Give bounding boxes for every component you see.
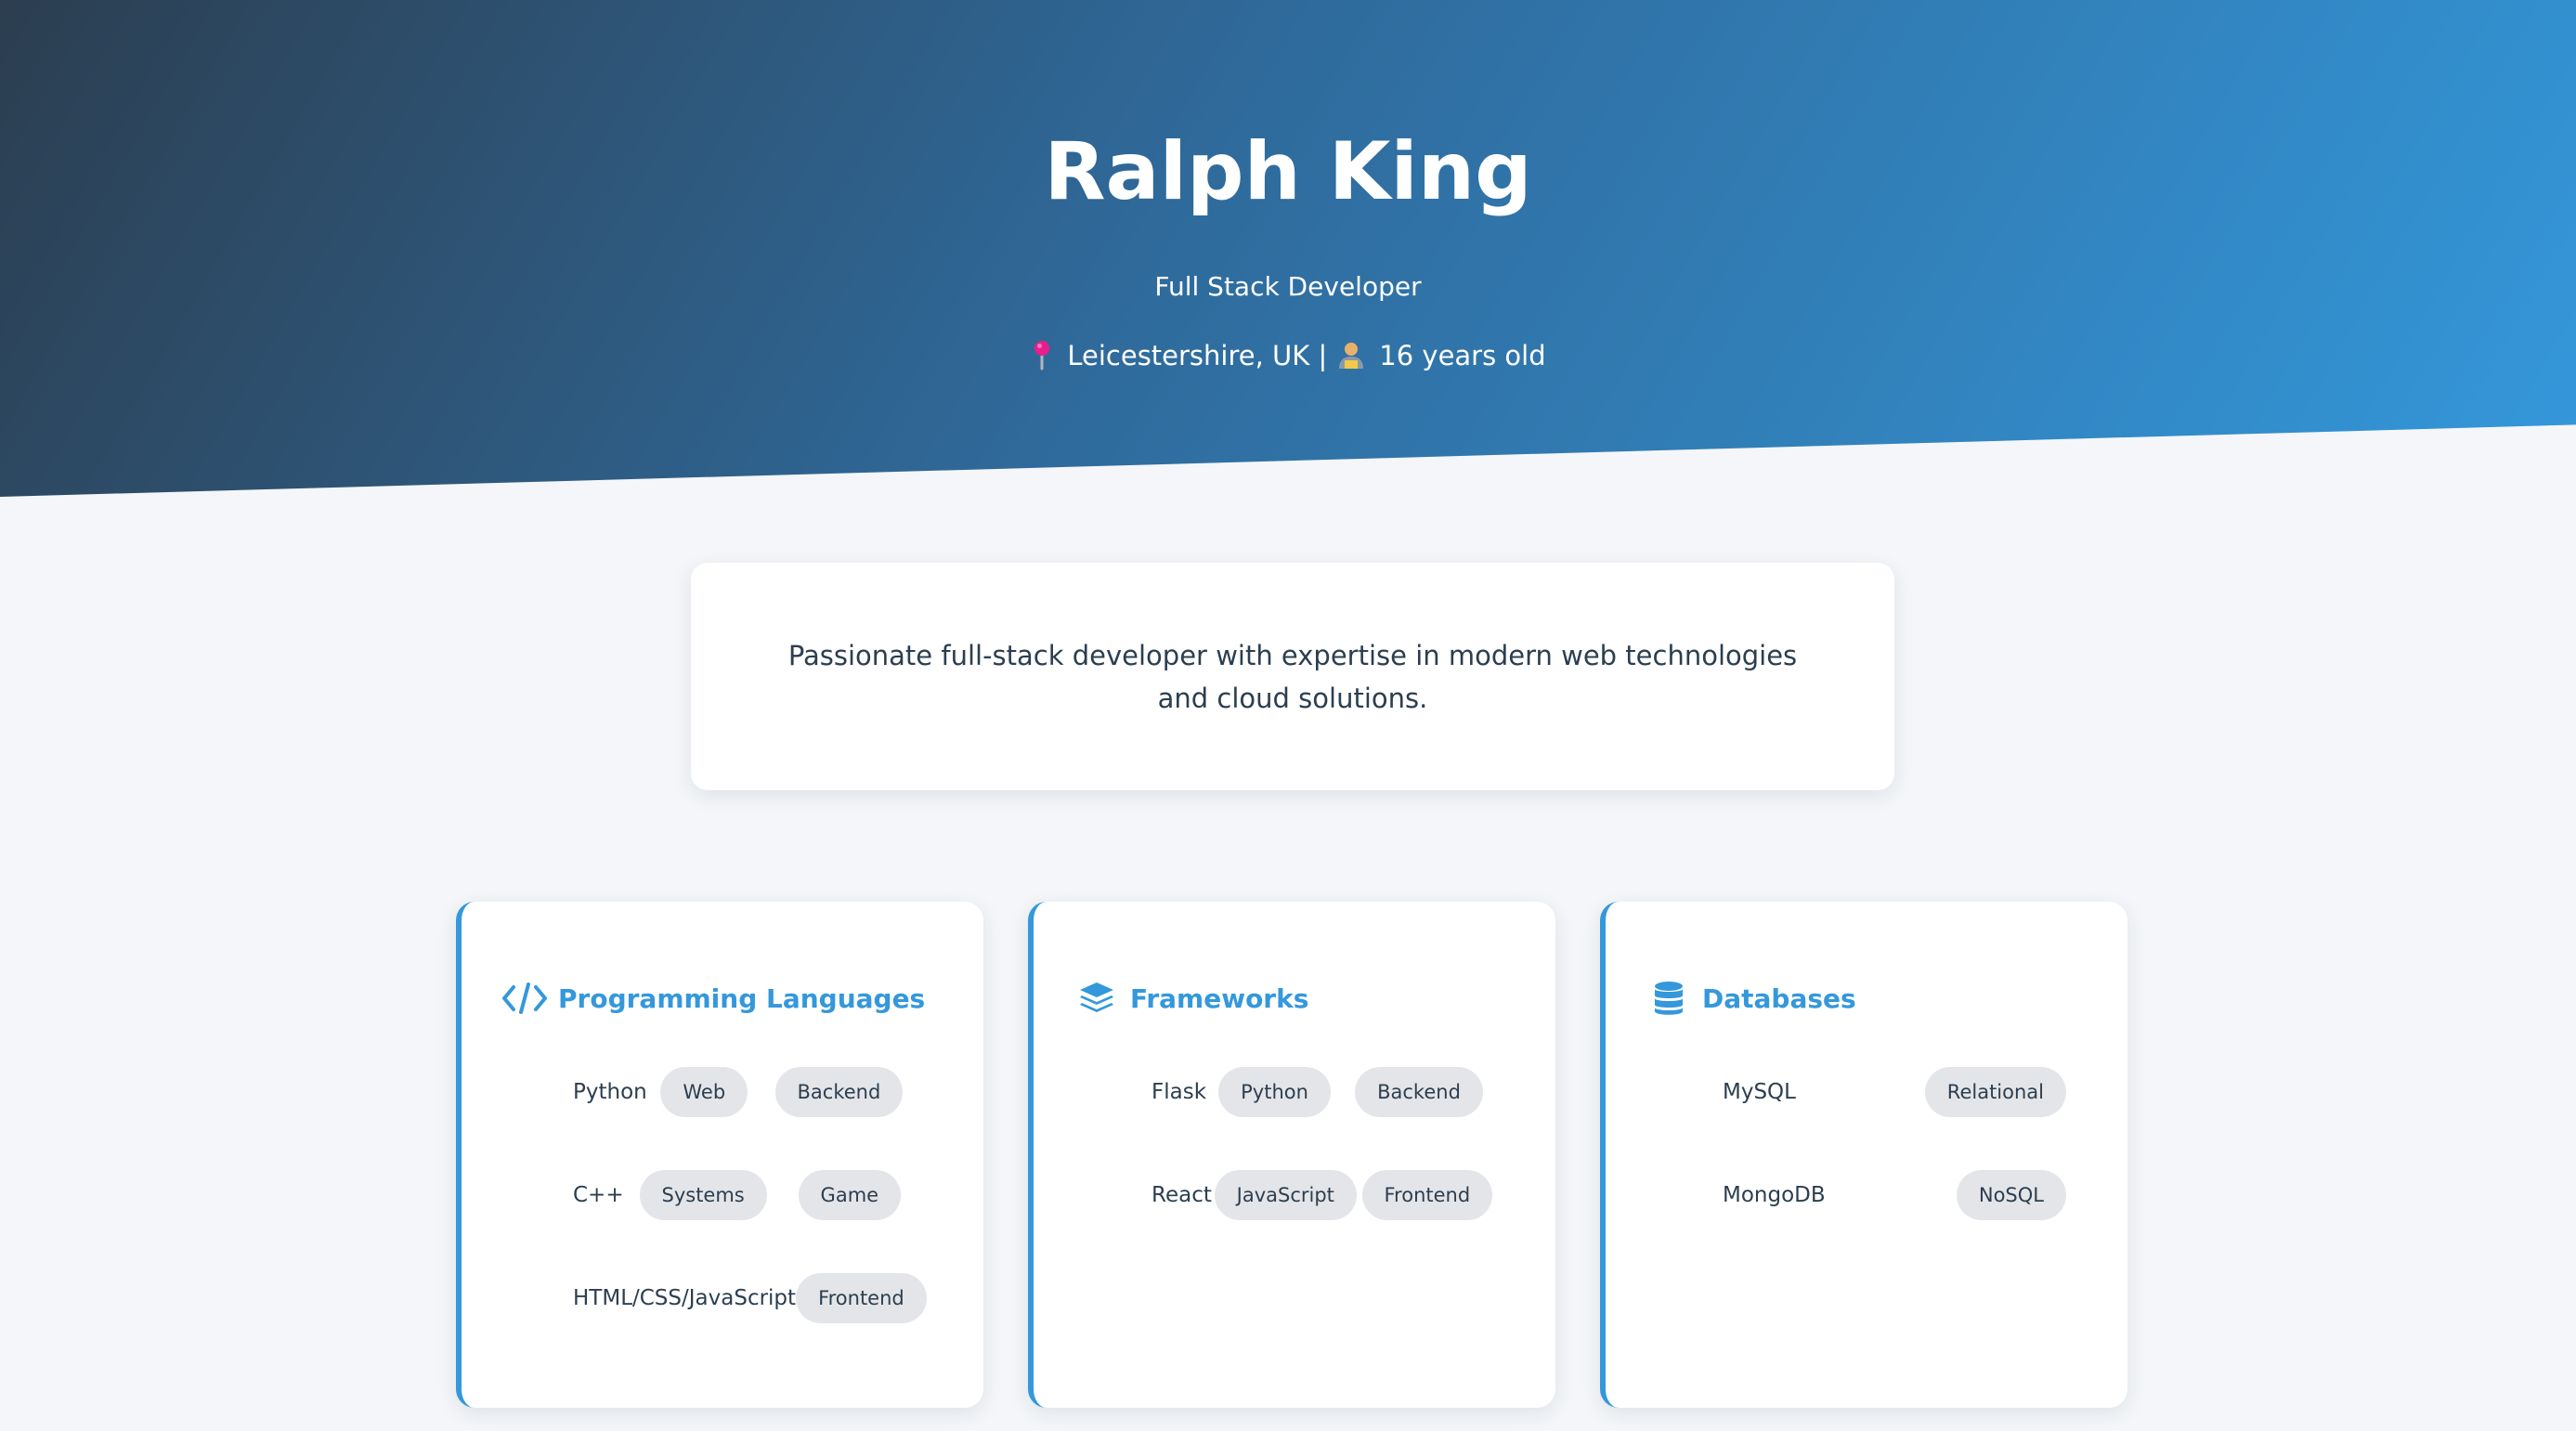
location-pin-icon — [1030, 339, 1054, 371]
card-title-label: Programming Languages — [558, 982, 926, 1014]
skill-tag: Backend — [1355, 1067, 1483, 1117]
summary-card: Passionate full-stack developer with exp… — [691, 563, 1894, 790]
skill-name: MySQL — [1723, 1080, 1796, 1104]
skill-tag: Systems — [639, 1170, 767, 1220]
skill-row-mongodb: MongoDB NoSQL — [1723, 1170, 2066, 1220]
skill-row-mysql: MySQL Relational — [1723, 1067, 2066, 1117]
card-title-label: Frameworks — [1130, 982, 1309, 1014]
skill-tag: Relational — [1924, 1067, 2066, 1117]
code-icon — [502, 980, 547, 1017]
skill-tag: Backend — [774, 1067, 904, 1117]
card-title: Frameworks — [1074, 976, 1308, 1021]
skill-row-python: Python Web Backend — [573, 1067, 917, 1117]
skill-name: C++ — [573, 1183, 624, 1207]
skill-tag: NoSQL — [1956, 1170, 2066, 1220]
database-icon — [1646, 980, 1691, 1017]
skill-tag: Python — [1218, 1067, 1331, 1117]
profile-location: Leicestershire, UK | — [1067, 340, 1328, 371]
hero-header — [0, 0, 2576, 497]
skill-tag: Game — [798, 1170, 902, 1220]
profile-role: Full Stack Developer — [1154, 271, 1422, 302]
skill-row-html-css-js: HTML/CSS/JavaScript Frontend — [573, 1273, 927, 1323]
skill-tag: Frontend — [796, 1273, 927, 1323]
profile-age: 16 years old — [1379, 340, 1546, 371]
card-title: Programming Languages — [502, 976, 925, 1021]
card-title: Databases — [1646, 976, 1856, 1021]
profile-name: Ralph King — [1044, 125, 1532, 218]
skill-card-frameworks: Frameworks — [1028, 902, 1555, 1408]
skill-tags: Systems Game — [624, 1170, 917, 1220]
skill-tag: JavaScript — [1214, 1170, 1357, 1220]
skill-tags: Relational — [1796, 1067, 2066, 1117]
skill-tag: Web — [660, 1067, 748, 1117]
skill-tags: JavaScript Frontend — [1212, 1170, 1495, 1220]
skill-tags: Python Backend — [1206, 1067, 1495, 1117]
skill-row-react: React JavaScript Frontend — [1151, 1170, 1495, 1220]
card-title-label: Databases — [1702, 982, 1856, 1014]
layers-icon — [1074, 980, 1119, 1017]
summary-text: Passionate full-stack developer with exp… — [787, 639, 1798, 714]
skill-tags: Frontend — [796, 1273, 927, 1323]
skill-tag: Frontend — [1361, 1170, 1493, 1220]
skill-name: React — [1151, 1183, 1212, 1207]
skill-tags: Web Backend — [647, 1067, 917, 1117]
skill-name: Python — [573, 1080, 647, 1104]
skill-row-cpp: C++ Systems Game — [573, 1170, 917, 1220]
profile-meta: Leicestershire, UK | 16 years old — [0, 340, 2576, 373]
skill-tags: NoSQL — [1826, 1170, 2066, 1220]
skill-name: HTML/CSS/JavaScript — [573, 1286, 797, 1310]
skill-name: MongoDB — [1723, 1183, 1826, 1207]
skill-card-programming-languages: Programming Languages — [456, 902, 983, 1408]
skill-card-databases: Databases — [1600, 902, 2127, 1408]
skill-name: Flask — [1151, 1080, 1207, 1104]
skill-row-flask: Flask Python Backend — [1151, 1067, 1495, 1117]
person-icon — [1336, 340, 1366, 370]
